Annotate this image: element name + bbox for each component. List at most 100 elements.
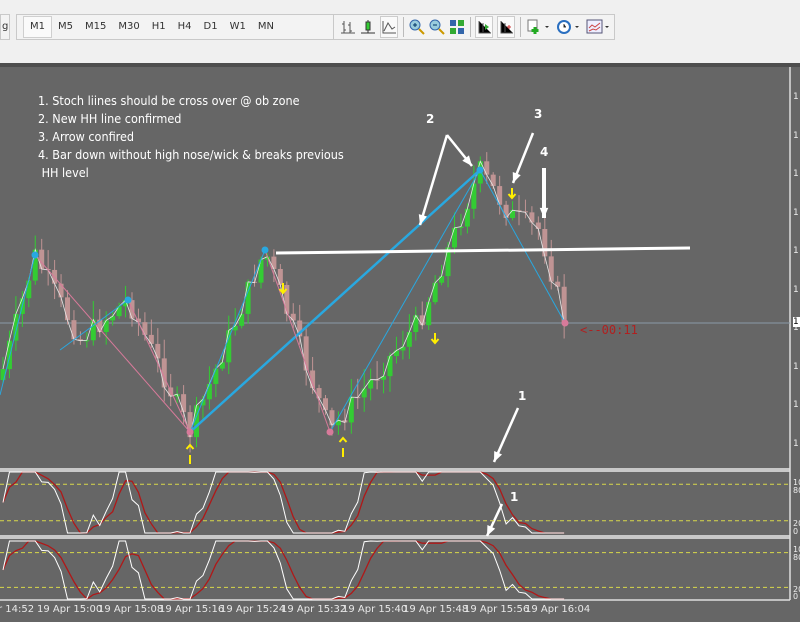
candlestick-chart-icon[interactable] <box>360 17 376 37</box>
time-label: 19 Apr 15:56 <box>464 604 530 615</box>
time-label: r 14:52 <box>0 604 35 615</box>
stoch-level-label: 80 <box>793 486 800 495</box>
bull-candle <box>406 332 412 347</box>
bear-candle <box>39 249 45 269</box>
bull-candle <box>464 208 470 227</box>
timeframes-toolbar: M1 M5 M15 M30 H1 H4 D1 W1 MN <box>16 14 338 40</box>
bear-candle <box>148 334 154 344</box>
time-label: 19 Apr 15:00 <box>37 604 103 615</box>
note-4: 4. Bar down without high nose/wick & bre… <box>38 147 344 162</box>
note-3: 3. Arrow confired <box>38 129 135 144</box>
bull-candle <box>393 350 399 357</box>
bull-candle <box>110 316 116 321</box>
bear-candle <box>535 222 541 230</box>
swing-high-dot <box>261 246 269 254</box>
note-1: 1. Stoch liines should be cross over @ o… <box>38 93 300 108</box>
auto-scroll-icon[interactable] <box>475 16 494 38</box>
annotation-label-1-upper: 1 <box>518 389 527 403</box>
bull-candle <box>206 383 212 400</box>
divider <box>520 17 522 37</box>
price-label: 1 <box>793 130 799 141</box>
time-label: 19 Apr 15:08 <box>98 604 164 615</box>
bull-candle <box>213 368 219 384</box>
bull-candle <box>368 379 374 389</box>
timeframe-d1[interactable]: D1 <box>198 17 224 37</box>
annotation-notes: 1. Stoch liines should be cross over @ o… <box>38 92 344 182</box>
timeframe-m5[interactable]: M5 <box>52 17 79 37</box>
bull-candle <box>387 356 393 377</box>
bull-candle <box>439 276 445 283</box>
bull-candle <box>348 397 354 423</box>
price-label: 1 <box>793 169 799 179</box>
line-chart-icon[interactable] <box>380 16 398 38</box>
zoom-in-icon[interactable] <box>409 17 425 37</box>
bull-candle <box>103 320 109 332</box>
bull-candle <box>361 388 367 398</box>
price-label: 1 <box>793 400 799 410</box>
timeframe-m15[interactable]: M15 <box>79 17 112 37</box>
bull-candle <box>426 302 432 326</box>
swing-high-dot <box>476 166 484 174</box>
bear-candle <box>490 174 496 187</box>
toolbar-partial: g <box>0 14 10 40</box>
timeframe-h1[interactable]: H1 <box>146 17 172 37</box>
time-label: 19 Apr 15:16 <box>159 604 225 615</box>
stoch-upper-main-line <box>2 471 565 534</box>
annotation-label-4: 4 <box>540 145 549 159</box>
timeframe-h4[interactable]: H4 <box>172 17 198 37</box>
price-label: 1 <box>793 284 799 295</box>
time-label: 19 Apr 16:04 <box>525 604 591 615</box>
swing-low-dot <box>326 428 334 436</box>
stoch-lower-main-line <box>2 540 565 600</box>
bar-chart-icon[interactable] <box>340 17 356 37</box>
stoch-level-label: 80 <box>793 553 800 562</box>
stoch-upper-signal-line <box>2 471 565 534</box>
stoch-level-label: 0 <box>793 592 799 601</box>
bear-candle <box>529 212 535 223</box>
bear-candle <box>542 229 548 257</box>
timeframe-w1[interactable]: W1 <box>224 17 252 37</box>
note-2: 2. New HH line confirmed <box>38 111 182 126</box>
pane-separator <box>0 535 790 539</box>
candle-timer: <--00:11 <box>580 323 638 337</box>
divider <box>403 17 404 37</box>
price-label: 1 <box>793 207 799 218</box>
periods-clock-icon[interactable] <box>556 17 582 37</box>
timeframe-mn[interactable]: MN <box>252 17 280 37</box>
bull-candle <box>432 282 438 303</box>
price-label: 1 <box>793 438 799 449</box>
bull-candle <box>26 280 32 299</box>
new-indicator-icon[interactable] <box>526 17 552 37</box>
bull-candle <box>471 183 477 209</box>
price-label: 1 <box>793 246 799 256</box>
toolbar-area: g M1 M5 M15 M30 H1 H4 D1 W1 MN <box>0 0 800 63</box>
stoch-lower-signal-line <box>2 540 565 600</box>
current-price-marker: 1 <box>793 317 800 327</box>
annotation-label-1-lower: 1 <box>510 490 519 504</box>
templates-icon[interactable] <box>586 17 612 37</box>
time-label: 19 Apr 15:24 <box>220 604 286 615</box>
timeframe-m30[interactable]: M30 <box>112 17 145 37</box>
bear-candle <box>329 410 335 426</box>
chart-toolbar <box>333 14 615 40</box>
bear-candle <box>484 161 490 175</box>
bear-candle <box>65 297 70 321</box>
timeframe-m1[interactable]: M1 <box>23 16 52 38</box>
tile-windows-icon[interactable] <box>449 17 465 37</box>
swing-low-dot <box>561 319 569 327</box>
zoom-out-icon[interactable] <box>429 17 445 37</box>
swing-high-dot <box>124 296 132 304</box>
bull-candle <box>510 210 516 218</box>
bear-candle <box>271 256 277 269</box>
bull-candle <box>452 227 457 248</box>
bear-candle <box>58 283 64 298</box>
swing-high-dot <box>31 251 39 259</box>
bear-candle <box>323 398 328 411</box>
bear-candle <box>555 281 561 287</box>
time-label: 19 Apr 15:32 <box>281 604 347 615</box>
bear-candle <box>277 268 283 285</box>
chart-shift-icon[interactable] <box>497 16 516 38</box>
bull-candle <box>226 330 232 363</box>
bull-candle <box>239 313 245 326</box>
bull-candle <box>219 362 225 369</box>
